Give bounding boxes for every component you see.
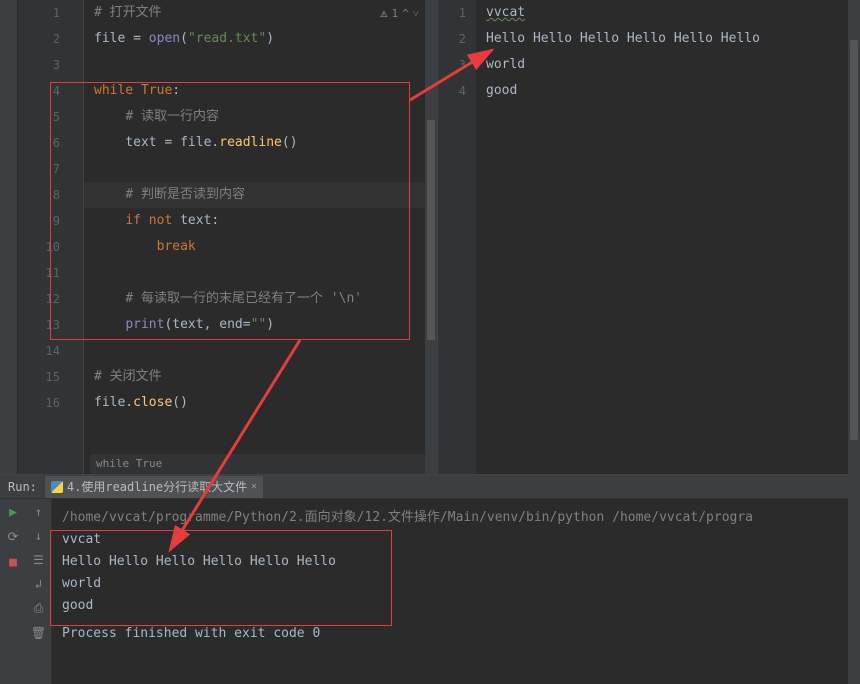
code-line[interactable]: file = open("read.txt") bbox=[94, 26, 437, 52]
code-line[interactable] bbox=[94, 52, 437, 78]
code-line[interactable]: # 打开文件 bbox=[94, 0, 437, 26]
line-number: 5 bbox=[18, 104, 60, 130]
line-number: 10 bbox=[18, 234, 60, 260]
text-line[interactable]: good bbox=[486, 78, 860, 104]
stop-icon[interactable]: ■ bbox=[9, 555, 17, 570]
code-line[interactable]: # 每读取一行的末尾已经有了一个 '\n' bbox=[94, 286, 437, 312]
line-number: 3 bbox=[438, 52, 466, 78]
code-line[interactable]: text = file.readline() bbox=[94, 130, 437, 156]
line-number: 1 bbox=[18, 0, 60, 26]
code-line[interactable] bbox=[94, 156, 437, 182]
code-line[interactable]: if not text: bbox=[94, 208, 437, 234]
code-content[interactable]: # 打开文件file = open("read.txt") while True:… bbox=[84, 0, 437, 474]
line-number: 2 bbox=[438, 26, 466, 52]
rerun-icon[interactable]: ⟳ bbox=[8, 530, 19, 545]
trash-icon[interactable]: 🗑 bbox=[31, 626, 46, 640]
line-number: 15 bbox=[18, 364, 60, 390]
fold-gutter bbox=[70, 0, 84, 474]
run-icon[interactable]: ▶ bbox=[9, 505, 17, 520]
run-tool-strip-right: ↑ ↓ ☰ ↲ ⎙ 🗑 bbox=[26, 499, 52, 684]
console-output[interactable]: /home/vvcat/programme/Python/2.面向对象/12.文… bbox=[52, 499, 860, 684]
line-number: 4 bbox=[438, 78, 466, 104]
console-exit: Process finished with exit code 0 bbox=[62, 623, 850, 645]
line-number: 6 bbox=[18, 130, 60, 156]
line-number: 7 bbox=[18, 156, 60, 182]
code-line[interactable] bbox=[94, 260, 437, 286]
run-tab[interactable]: 4.使用readline分行读取大文件 ✕ bbox=[45, 476, 263, 498]
line-number: 9 bbox=[18, 208, 60, 234]
code-editor-pane: 12345678910111213141516 # 打开文件file = ope… bbox=[18, 0, 438, 474]
left-tool-strip bbox=[0, 0, 18, 474]
code-line[interactable]: # 判断是否读到内容 bbox=[94, 182, 437, 208]
close-icon[interactable]: ✕ bbox=[251, 481, 257, 492]
line-number: 14 bbox=[18, 338, 60, 364]
code-line[interactable] bbox=[94, 338, 437, 364]
text-line[interactable]: vvcat bbox=[486, 0, 860, 26]
code-line[interactable]: # 关闭文件 bbox=[94, 364, 437, 390]
up-icon[interactable]: ↑ bbox=[35, 505, 42, 519]
line-number: 2 bbox=[18, 26, 60, 52]
breadcrumb[interactable]: while True bbox=[90, 454, 437, 474]
line-number-gutter: 12345678910111213141516 bbox=[18, 0, 70, 474]
line-number-gutter: 1234 bbox=[438, 0, 476, 474]
line-number: 8 bbox=[18, 182, 60, 208]
code-line[interactable]: while True: bbox=[94, 78, 437, 104]
line-number: 16 bbox=[18, 390, 60, 416]
text-file-pane: 1234 vvcatHello Hello Hello Hello Hello … bbox=[438, 0, 860, 474]
line-number: 13 bbox=[18, 312, 60, 338]
run-tool-strip-left: ▶ ⟳ ■ bbox=[0, 499, 26, 684]
run-label: Run: bbox=[8, 480, 37, 494]
line-number: 4 bbox=[18, 78, 60, 104]
window-scrollbar[interactable] bbox=[848, 0, 860, 684]
line-number: 11 bbox=[18, 260, 60, 286]
code-line[interactable]: # 读取一行内容 bbox=[94, 104, 437, 130]
text-content[interactable]: vvcatHello Hello Hello Hello Hello Hello… bbox=[476, 0, 860, 474]
down-icon[interactable]: ↓ bbox=[35, 529, 42, 543]
line-number: 1 bbox=[438, 0, 466, 26]
code-line[interactable]: break bbox=[94, 234, 437, 260]
code-line[interactable]: file.close() bbox=[94, 390, 437, 416]
run-tab-name: 4.使用readline分行读取大文件 bbox=[67, 478, 247, 495]
text-line[interactable]: world bbox=[486, 52, 860, 78]
text-line[interactable]: Hello Hello Hello Hello Hello Hello bbox=[486, 26, 860, 52]
line-number: 12 bbox=[18, 286, 60, 312]
run-tab-bar: Run: 4.使用readline分行读取大文件 ✕ bbox=[0, 475, 860, 499]
console-line: vvcat bbox=[62, 529, 850, 551]
code-line[interactable]: print(text, end="") bbox=[94, 312, 437, 338]
indent-icon[interactable]: ☰ bbox=[33, 553, 44, 567]
line-number: 3 bbox=[18, 52, 60, 78]
console-line: world bbox=[62, 573, 850, 595]
console-line: Hello Hello Hello Hello Hello Hello bbox=[62, 551, 850, 573]
console-line: good bbox=[62, 595, 850, 617]
print-icon[interactable]: ⎙ bbox=[34, 601, 44, 616]
console-command: /home/vvcat/programme/Python/2.面向对象/12.文… bbox=[62, 507, 850, 529]
wrap-icon[interactable]: ↲ bbox=[35, 577, 42, 591]
python-icon bbox=[51, 481, 63, 493]
